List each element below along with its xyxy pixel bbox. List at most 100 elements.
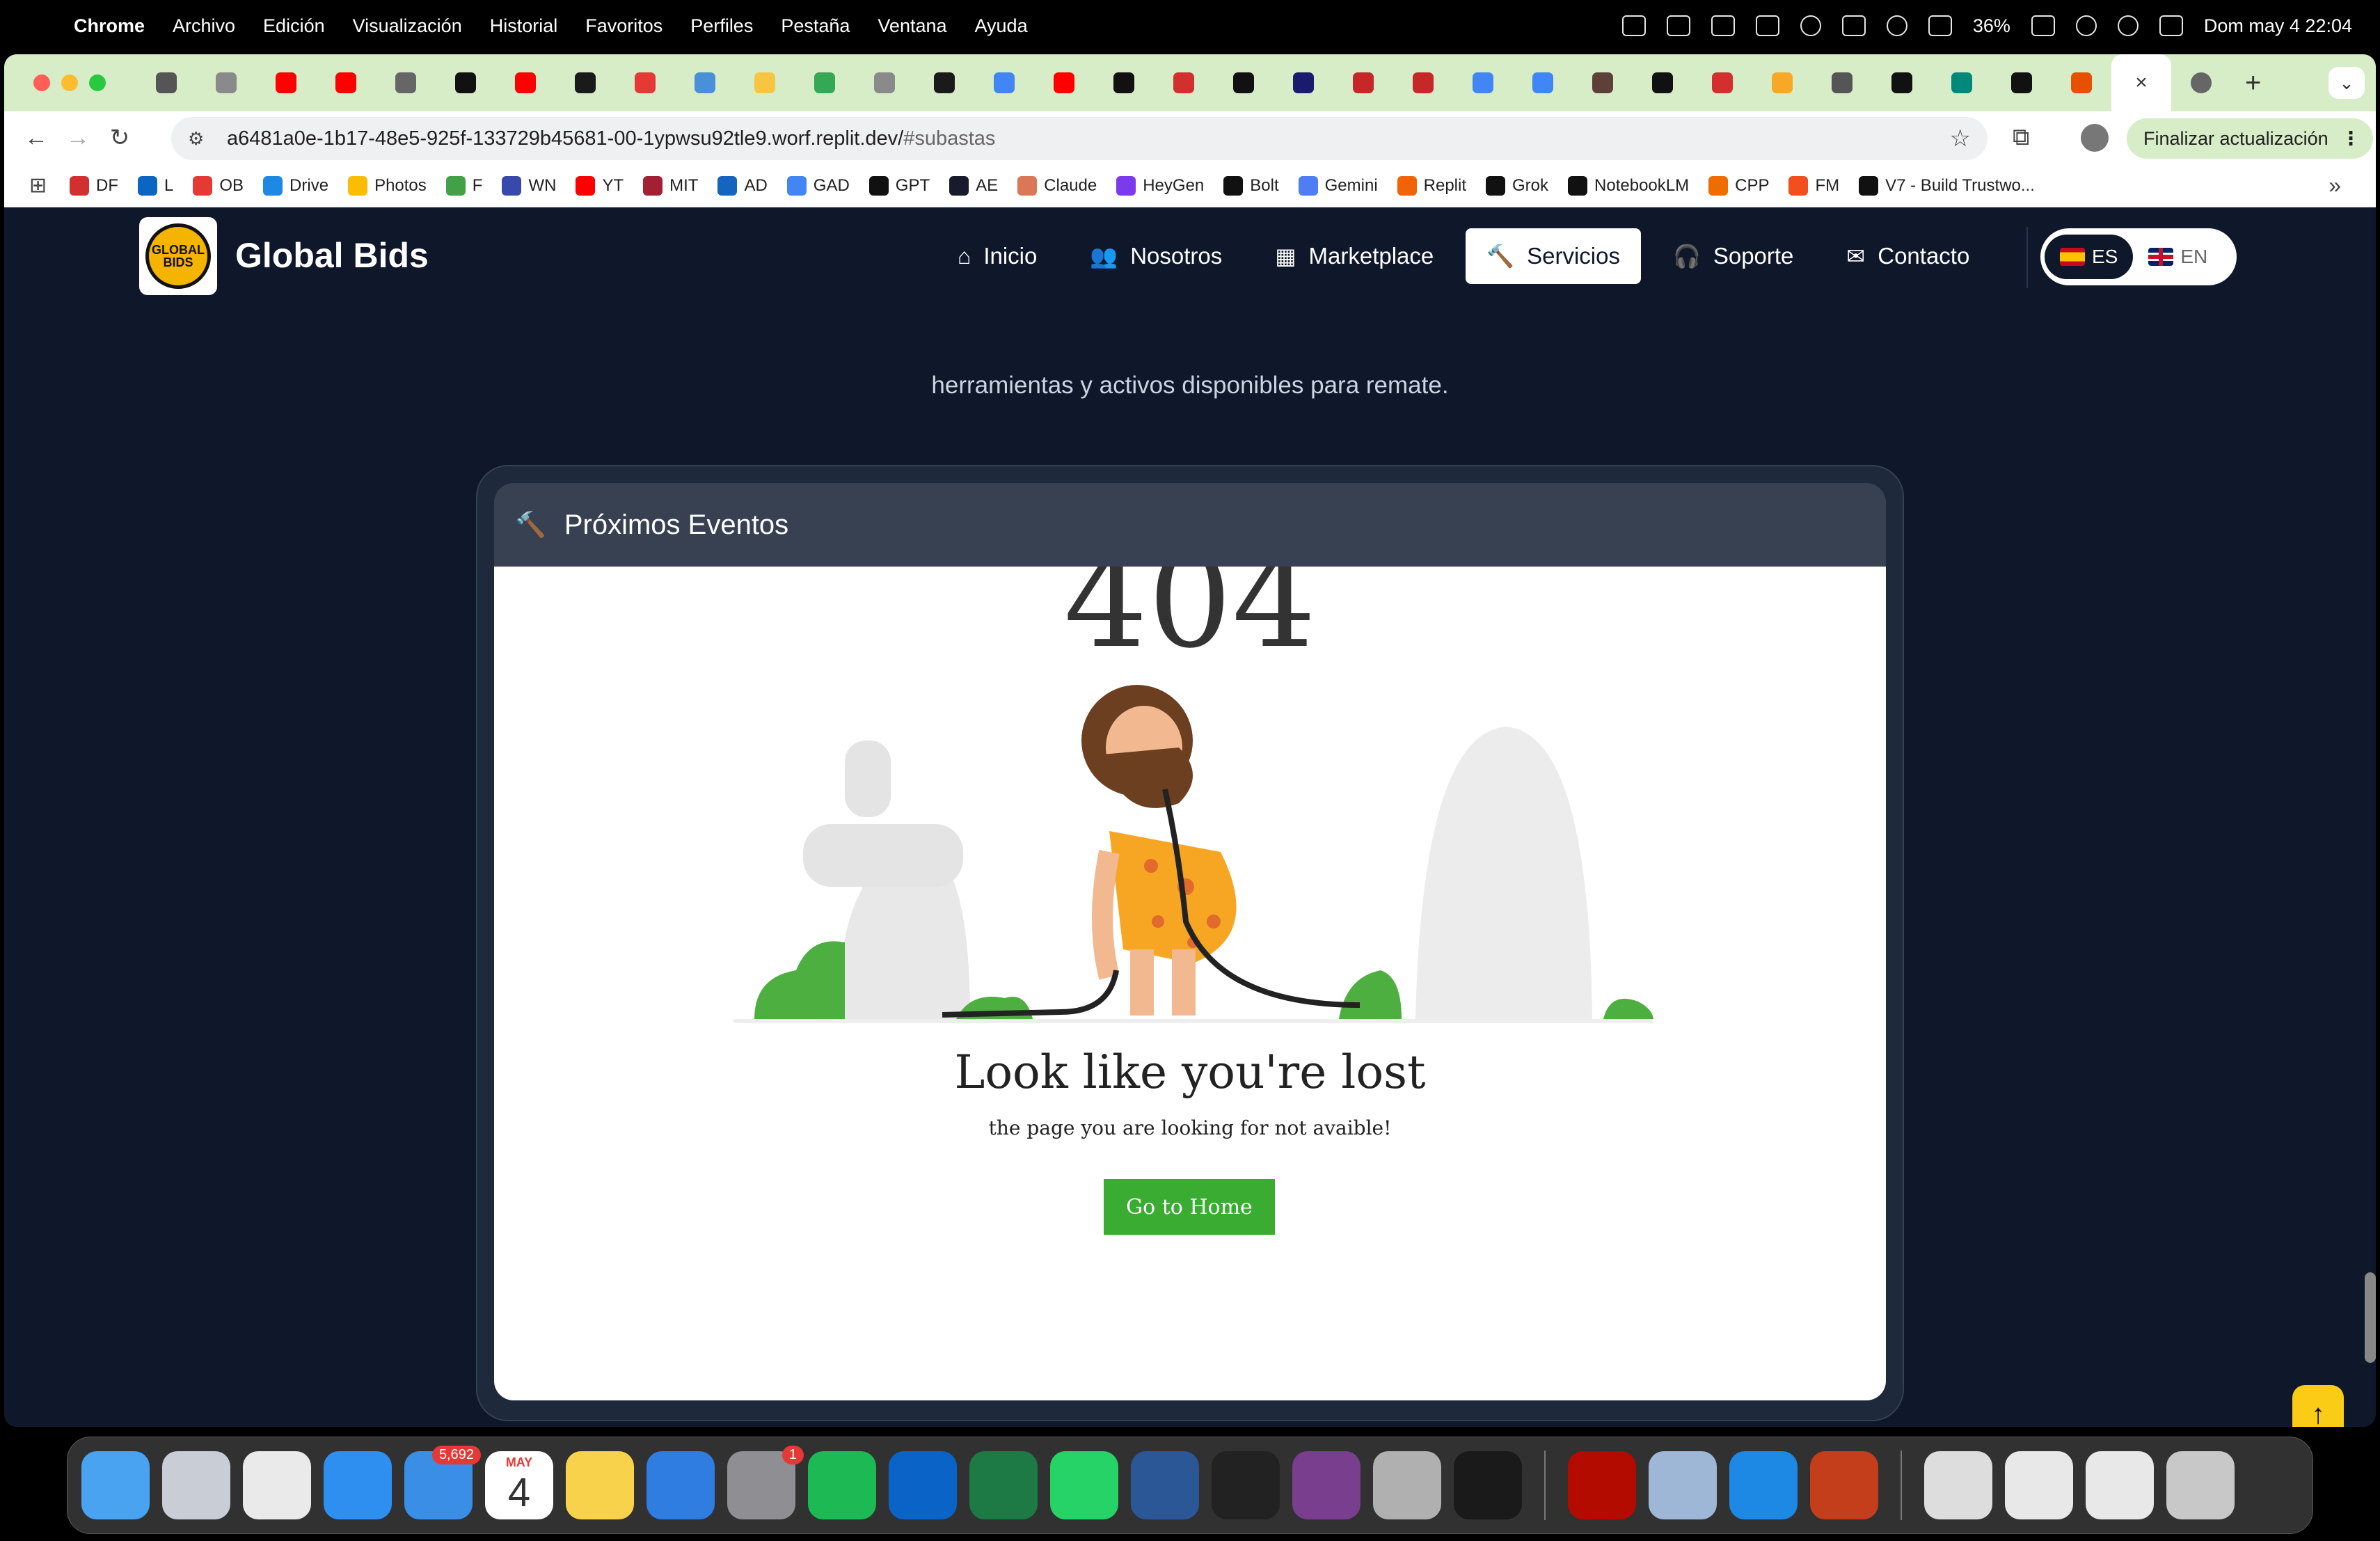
dock-chrome-icon[interactable]	[243, 1451, 311, 1519]
dock-circle-app-icon[interactable]	[1292, 1451, 1360, 1519]
dock-notes-icon[interactable]	[566, 1451, 634, 1519]
dock-preview-icon[interactable]	[1649, 1451, 1717, 1519]
spotlight-search-icon[interactable]	[2117, 15, 2139, 36]
browser-tab[interactable]	[1453, 54, 1513, 111]
browser-tab[interactable]	[436, 54, 495, 111]
nav-soporte[interactable]: 🎧 Soporte	[1652, 228, 1814, 284]
browser-tab[interactable]	[1573, 54, 1633, 111]
lang-es-button[interactable]: ES	[2045, 235, 2134, 279]
dock-finder-icon[interactable]	[81, 1451, 150, 1519]
browser-tab[interactable]	[1932, 54, 1992, 111]
close-tab-icon[interactable]: ×	[2135, 71, 2148, 95]
close-window-button[interactable]	[33, 74, 50, 91]
bookmark-item[interactable]: YT	[576, 175, 624, 196]
browser-tab[interactable]	[1393, 54, 1453, 111]
bookmark-item[interactable]: MIT	[643, 175, 698, 196]
browser-tab[interactable]	[2171, 54, 2231, 111]
menu-pestana[interactable]: Pestaña	[781, 15, 850, 37]
audio-icon[interactable]	[1666, 15, 1690, 36]
browser-tab[interactable]	[316, 54, 376, 111]
menu-ventana[interactable]: Ventana	[878, 15, 946, 37]
browser-tab[interactable]	[1214, 54, 1274, 111]
bookmark-item[interactable]: Grok	[1486, 175, 1548, 196]
bookmark-item[interactable]: Photos	[348, 175, 427, 196]
browser-tab[interactable]	[735, 54, 795, 111]
bookmark-item[interactable]: Replit	[1397, 175, 1466, 196]
browser-tab[interactable]	[1692, 54, 1752, 111]
browser-tab[interactable]	[1633, 54, 1692, 111]
dock-stack-app-icon[interactable]	[1454, 1451, 1522, 1519]
browser-tab[interactable]	[136, 54, 196, 111]
browser-tab[interactable]	[1154, 54, 1214, 111]
browser-tab[interactable]	[196, 54, 256, 111]
menu-historial[interactable]: Historial	[490, 15, 558, 37]
dock-excel-icon[interactable]	[969, 1451, 1038, 1519]
browser-tab[interactable]	[376, 54, 436, 111]
site-info-icon[interactable]: ⚙	[188, 128, 212, 150]
dock-mail-icon[interactable]: 5,692	[404, 1446, 481, 1519]
nav-marketplace[interactable]: ▦ Marketplace	[1254, 228, 1454, 284]
profile-avatar[interactable]	[2081, 124, 2109, 152]
bookmark-item[interactable]: DF	[70, 175, 118, 196]
dock-calendar-4-icon[interactable]	[1212, 1451, 1280, 1519]
browser-tab[interactable]	[615, 54, 675, 111]
reload-button[interactable]: ↻	[99, 124, 141, 152]
tab-search-button[interactable]: ⌄	[2329, 67, 2365, 99]
apps-grid-icon[interactable]: ⊞	[29, 173, 50, 198]
drive-icon[interactable]	[1755, 15, 1779, 36]
dock-vscode-icon[interactable]	[1729, 1451, 1798, 1519]
bookmark-item[interactable]: GPT	[868, 175, 930, 196]
page-scrollbar[interactable]	[2365, 1272, 2376, 1363]
dock-phone-app-icon[interactable]	[1373, 1451, 1441, 1519]
browser-tab[interactable]	[1812, 54, 1872, 111]
update-button[interactable]: Finalizar actualización ⋮	[2127, 118, 2373, 159]
dock-screenshot-1-icon[interactable]	[2005, 1451, 2073, 1519]
menu-perfiles[interactable]: Perfiles	[690, 15, 753, 37]
dock-outlook-icon[interactable]	[889, 1451, 957, 1519]
browser-tab[interactable]	[914, 54, 974, 111]
menu-ayuda[interactable]: Ayuda	[975, 15, 1028, 37]
scroll-to-top-button[interactable]: ↑	[2292, 1385, 2344, 1427]
keyboard-icon[interactable]	[1928, 15, 1952, 36]
active-tab[interactable]: ×	[2111, 54, 2171, 111]
dock-system-settings-icon[interactable]: 1	[727, 1446, 804, 1519]
dock-trash-icon[interactable]	[2166, 1451, 2235, 1519]
forward-button[interactable]: →	[57, 125, 99, 152]
bookmark-item[interactable]: V7 - Build Trustwo...	[1859, 175, 2035, 196]
bookmark-item[interactable]: OB	[193, 175, 244, 196]
dock-keynote-icon[interactable]	[646, 1451, 715, 1519]
more-menu-icon[interactable]: ⋮	[2342, 118, 2361, 159]
browser-tab[interactable]	[1333, 54, 1393, 111]
bookmark-item[interactable]: NotebookLM	[1568, 175, 1689, 196]
bookmark-item[interactable]: AE	[949, 175, 998, 196]
nav-contacto[interactable]: ✉ Contacto	[1825, 228, 1990, 284]
browser-tab[interactable]	[974, 54, 1034, 111]
minimize-window-button[interactable]	[61, 74, 78, 91]
menu-app-name[interactable]: Chrome	[74, 15, 145, 37]
dock-spotify-icon[interactable]	[808, 1451, 876, 1519]
browser-tab[interactable]	[855, 54, 914, 111]
menu-visualizacion[interactable]: Visualización	[353, 15, 462, 37]
nav-nosotros[interactable]: 👥 Nosotros	[1069, 228, 1243, 284]
play-icon[interactable]	[1800, 15, 1821, 36]
wifi-icon[interactable]	[2075, 15, 2097, 36]
bookmark-item[interactable]: Claude	[1017, 175, 1097, 196]
control-center-icon[interactable]	[2159, 15, 2183, 36]
dock-launchpad-icon[interactable]	[162, 1451, 230, 1519]
browser-tab[interactable]	[1094, 54, 1154, 111]
dock-word-icon[interactable]	[1131, 1451, 1199, 1519]
browser-tab[interactable]	[1752, 54, 1812, 111]
go-home-button[interactable]: Go to Home	[1104, 1179, 1275, 1235]
bookmark-item[interactable]: L	[138, 175, 173, 196]
dock-screenshot-2-icon[interactable]	[2086, 1451, 2154, 1519]
bookmark-item[interactable]: F	[445, 175, 482, 196]
browser-tab[interactable]	[1034, 54, 1094, 111]
dock-document-stack-icon[interactable]	[1924, 1451, 1992, 1519]
browser-tab[interactable]	[1872, 54, 1932, 111]
battery-icon[interactable]	[2031, 15, 2055, 36]
volume-icon[interactable]	[1841, 15, 1866, 36]
bookmark-item[interactable]: HeyGen	[1116, 175, 1204, 196]
site-logo[interactable]: GLOBAL BIDS	[139, 217, 217, 295]
dock-whatsapp-icon[interactable]	[1050, 1451, 1118, 1519]
back-button[interactable]: ←	[15, 125, 57, 152]
